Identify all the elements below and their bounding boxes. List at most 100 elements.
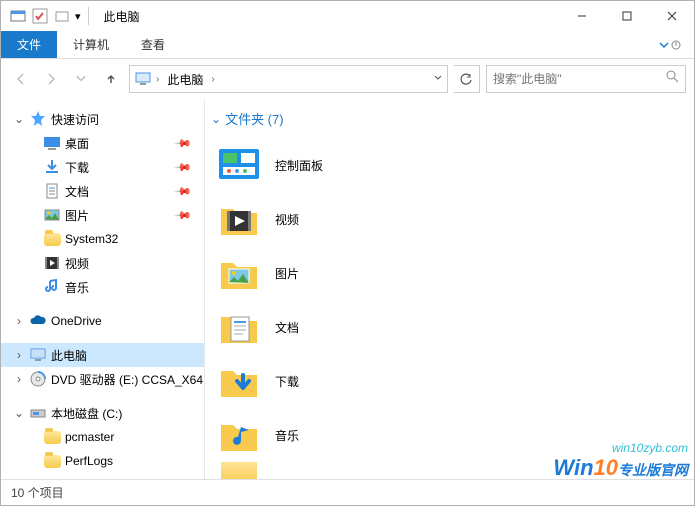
sidebar-pcmaster[interactable]: pcmaster (1, 425, 204, 449)
sidebar-documents[interactable]: 文档 📌 (1, 179, 204, 203)
pictures-icon (43, 206, 61, 224)
pin-icon: 📌 (174, 182, 193, 201)
pin-icon: 📌 (174, 158, 193, 177)
status-item-count: 10 个项目 (11, 484, 64, 501)
search-icon[interactable] (666, 70, 679, 88)
sidebar-this-pc[interactable]: › 此电脑 (1, 343, 204, 367)
quick-access-toolbar: ▾ (1, 7, 96, 25)
group-header-folders[interactable]: ⌄ 文件夹 (7) (211, 109, 688, 128)
chevron-right-icon[interactable]: › (13, 372, 25, 386)
videos-folder-icon (217, 197, 261, 241)
sidebar-quick-access[interactable]: ⌄ 快速访问 (1, 107, 204, 131)
sidebar-item-label: 下载 (65, 159, 89, 176)
sidebar-videos[interactable]: 视频 (1, 251, 204, 275)
search-input[interactable] (493, 72, 666, 86)
item-label: 视频 (275, 211, 299, 228)
sidebar-system32[interactable]: System32 (1, 227, 204, 251)
sidebar-downloads[interactable]: 下载 📌 (1, 155, 204, 179)
navigation-pane[interactable]: ⌄ 快速访问 桌面 📌 下载 📌 文档 📌 图片 📌 (1, 99, 205, 479)
item-control-panel[interactable]: 控制面板 (211, 138, 688, 192)
sidebar-item-label: System32 (65, 232, 118, 246)
folder-icon (43, 452, 61, 470)
qat-dropdown[interactable]: ▾ (75, 10, 81, 23)
folder-icon (43, 428, 61, 446)
main-area: ⌄ 快速访问 桌面 📌 下载 📌 文档 📌 图片 📌 (1, 99, 694, 479)
item-documents[interactable]: 文档 (211, 300, 688, 354)
title-bar: ▾ 此电脑 (1, 1, 694, 31)
chevron-right-icon[interactable]: › (13, 314, 25, 328)
control-panel-icon (217, 143, 261, 187)
minimize-button[interactable] (559, 1, 604, 31)
breadcrumb-segment[interactable]: 此电脑 (163, 69, 207, 90)
downloads-folder-icon (217, 359, 261, 403)
new-folder-icon[interactable] (53, 7, 71, 25)
watermark-url: win10zyb.com (553, 441, 688, 455)
sidebar-item-label: DVD 驱动器 (E:) CCSA_X64 (51, 371, 203, 388)
documents-folder-icon (217, 305, 261, 349)
drive-icon (29, 404, 47, 422)
this-pc-icon (29, 346, 47, 364)
desktop-icon (43, 134, 61, 152)
sidebar-item-label: PerfLogs (65, 454, 113, 468)
item-pictures[interactable]: 图片 (211, 246, 688, 300)
maximize-button[interactable] (604, 1, 649, 31)
videos-icon (43, 254, 61, 272)
navigation-bar: › 此电脑 › (1, 59, 694, 99)
star-icon (29, 110, 47, 128)
pictures-folder-icon (217, 251, 261, 295)
onedrive-icon (29, 312, 47, 330)
close-button[interactable] (649, 1, 694, 31)
tab-computer[interactable]: 计算机 (57, 31, 125, 58)
sidebar-item-label: 图片 (65, 207, 89, 224)
sidebar-pictures[interactable]: 图片 📌 (1, 203, 204, 227)
chevron-down-icon[interactable]: ⌄ (13, 112, 25, 126)
chevron-right-icon[interactable]: › (13, 348, 25, 362)
refresh-button[interactable] (454, 65, 480, 93)
sidebar-onedrive[interactable]: › OneDrive (1, 309, 204, 333)
app-icon (9, 7, 27, 25)
item-videos[interactable]: 视频 (211, 192, 688, 246)
properties-icon[interactable] (31, 7, 49, 25)
item-label: 下载 (275, 373, 299, 390)
chevron-down-icon[interactable]: ⌄ (13, 406, 25, 420)
item-label: 图片 (275, 265, 299, 282)
ribbon-expand-icon[interactable] (646, 31, 694, 58)
sidebar-item-label: 本地磁盘 (C:) (51, 405, 122, 422)
forward-button[interactable] (39, 67, 63, 91)
item-downloads[interactable]: 下载 (211, 354, 688, 408)
sidebar-local-disk[interactable]: ⌄ 本地磁盘 (C:) (1, 401, 204, 425)
address-dropdown[interactable] (433, 70, 443, 88)
address-bar[interactable]: › 此电脑 › (129, 65, 448, 93)
up-button[interactable] (99, 67, 123, 91)
sidebar-dvd[interactable]: › DVD 驱动器 (E:) CCSA_X64 (1, 367, 204, 391)
pin-icon: 📌 (174, 206, 193, 225)
documents-icon (43, 182, 61, 200)
sidebar-item-label: 桌面 (65, 135, 89, 152)
sidebar-desktop[interactable]: 桌面 📌 (1, 131, 204, 155)
recent-dropdown[interactable] (69, 67, 93, 91)
search-box[interactable] (486, 65, 686, 93)
folder-icon (217, 462, 261, 479)
sidebar-item-label: 视频 (65, 255, 89, 272)
qat-divider (88, 7, 89, 25)
item-label: 控制面板 (275, 157, 323, 174)
window-title: 此电脑 (104, 8, 140, 25)
sidebar-perflogs[interactable]: PerfLogs (1, 449, 204, 473)
breadcrumb-separator[interactable]: › (156, 74, 159, 85)
chevron-down-icon[interactable]: ⌄ (211, 112, 221, 126)
content-pane[interactable]: ⌄ 文件夹 (7) 控制面板 视频 图片 文档 (205, 99, 694, 479)
watermark-logo: Win10专业版官网 (553, 455, 688, 481)
tab-view[interactable]: 查看 (125, 31, 181, 58)
group-header-label: 文件夹 (7) (225, 109, 284, 128)
tab-file[interactable]: 文件 (1, 31, 57, 58)
item-label: 文档 (275, 319, 299, 336)
ribbon-tabs: 文件 计算机 查看 (1, 31, 694, 59)
sidebar-item-label: OneDrive (51, 314, 102, 328)
music-folder-icon (217, 413, 261, 457)
folder-icon (43, 230, 61, 248)
breadcrumb-separator[interactable]: › (211, 74, 214, 85)
sidebar-item-label: 文档 (65, 183, 89, 200)
back-button[interactable] (9, 67, 33, 91)
downloads-icon (43, 158, 61, 176)
sidebar-music[interactable]: 音乐 (1, 275, 204, 299)
